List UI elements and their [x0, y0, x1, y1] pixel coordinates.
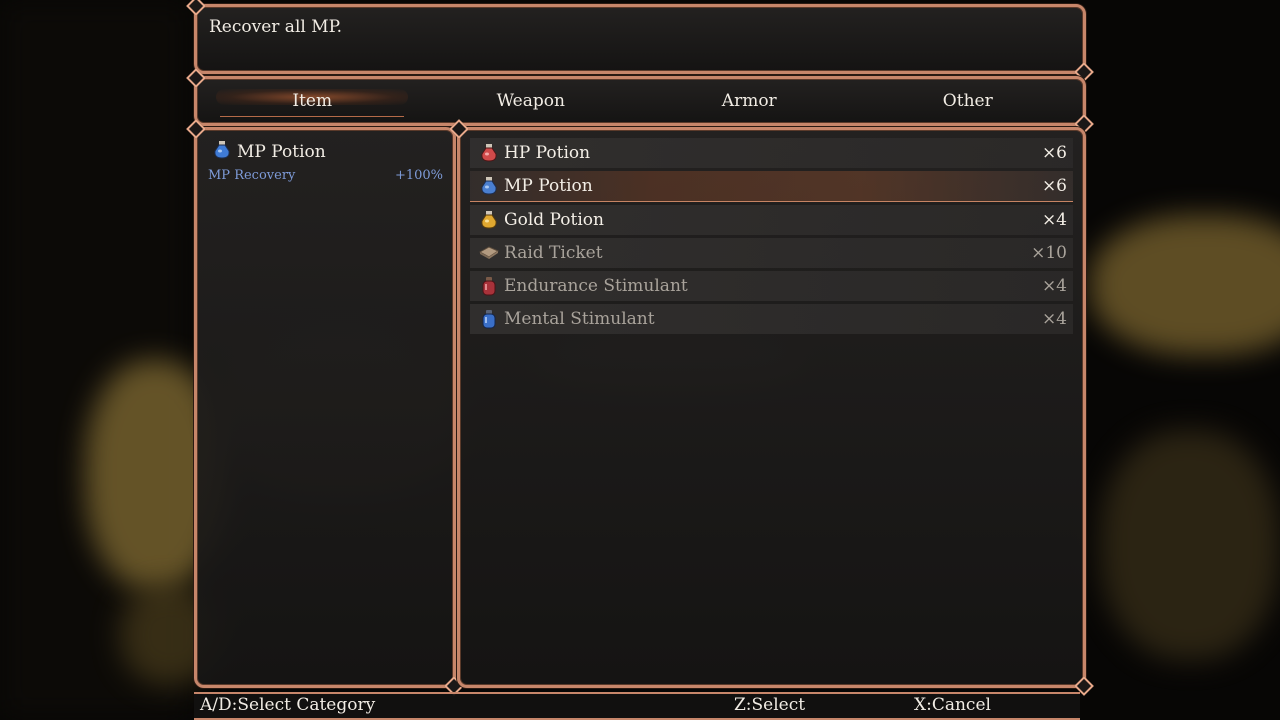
item-row-raid-ticket[interactable]: Raid Ticket ×10	[470, 238, 1073, 268]
item-row-gold-potion[interactable]: Gold Potion ×4	[470, 205, 1073, 235]
item-name: Mental Stimulant	[504, 309, 655, 329]
detail-stat-label: MP Recovery	[208, 168, 296, 183]
tab-armor-label: Armor	[721, 91, 777, 111]
tab-item[interactable]: Item	[203, 79, 422, 123]
hint-select: Z:Select	[734, 695, 806, 715]
item-count: ×4	[1041, 309, 1067, 329]
detail-stat-value: +100%	[394, 168, 443, 183]
blue-potion-icon	[213, 140, 231, 164]
item-row-endurance-stimulant[interactable]: Endurance Stimulant ×4	[470, 271, 1073, 301]
item-list-window: HP Potion ×6 MP Potion ×6 Gold Potion ×4…	[457, 127, 1086, 688]
hint-select-category: A/D:Select Category	[200, 695, 376, 715]
blue-bottle-icon	[479, 308, 499, 330]
category-window: Item Weapon Armor Other	[194, 76, 1086, 126]
item-name: Endurance Stimulant	[504, 276, 688, 296]
red-potion-icon	[479, 142, 499, 164]
item-detail-window: MP Potion MP Recovery +100%	[194, 127, 456, 688]
item-count: ×6	[1041, 143, 1067, 163]
detail-item-name: MP Potion	[237, 142, 326, 162]
tab-item-label: Item	[292, 91, 333, 111]
tab-weapon-label: Weapon	[496, 91, 565, 111]
tab-other-label: Other	[942, 91, 993, 111]
gold-potion-icon	[479, 209, 499, 231]
detail-stat-row: MP Recovery +100%	[208, 168, 443, 183]
help-window: Recover all MP.	[194, 4, 1086, 74]
blue-potion-icon	[479, 175, 499, 197]
hint-cancel: X:Cancel	[914, 695, 991, 715]
tab-other[interactable]: Other	[859, 79, 1078, 123]
item-name: MP Potion	[504, 176, 593, 196]
item-list: HP Potion ×6 MP Potion ×6 Gold Potion ×4…	[470, 138, 1073, 337]
tab-weapon[interactable]: Weapon	[422, 79, 641, 123]
item-count: ×6	[1041, 176, 1067, 196]
item-count: ×4	[1041, 210, 1067, 230]
item-name: HP Potion	[504, 143, 591, 163]
item-name: Gold Potion	[504, 210, 604, 230]
item-row-hp-potion[interactable]: HP Potion ×6	[470, 138, 1073, 168]
item-count: ×4	[1041, 276, 1067, 296]
item-count: ×10	[1031, 243, 1067, 263]
ticket-icon	[479, 242, 499, 264]
item-row-mental-stimulant[interactable]: Mental Stimulant ×4	[470, 304, 1073, 334]
red-bottle-icon	[479, 275, 499, 297]
item-name: Raid Ticket	[504, 243, 603, 263]
item-row-mp-potion[interactable]: MP Potion ×6	[470, 171, 1073, 202]
tab-armor[interactable]: Armor	[640, 79, 859, 123]
key-hint-bar: A/D:Select Category Z:Select X:Cancel	[194, 692, 1080, 720]
help-text: Recover all MP.	[209, 17, 343, 37]
